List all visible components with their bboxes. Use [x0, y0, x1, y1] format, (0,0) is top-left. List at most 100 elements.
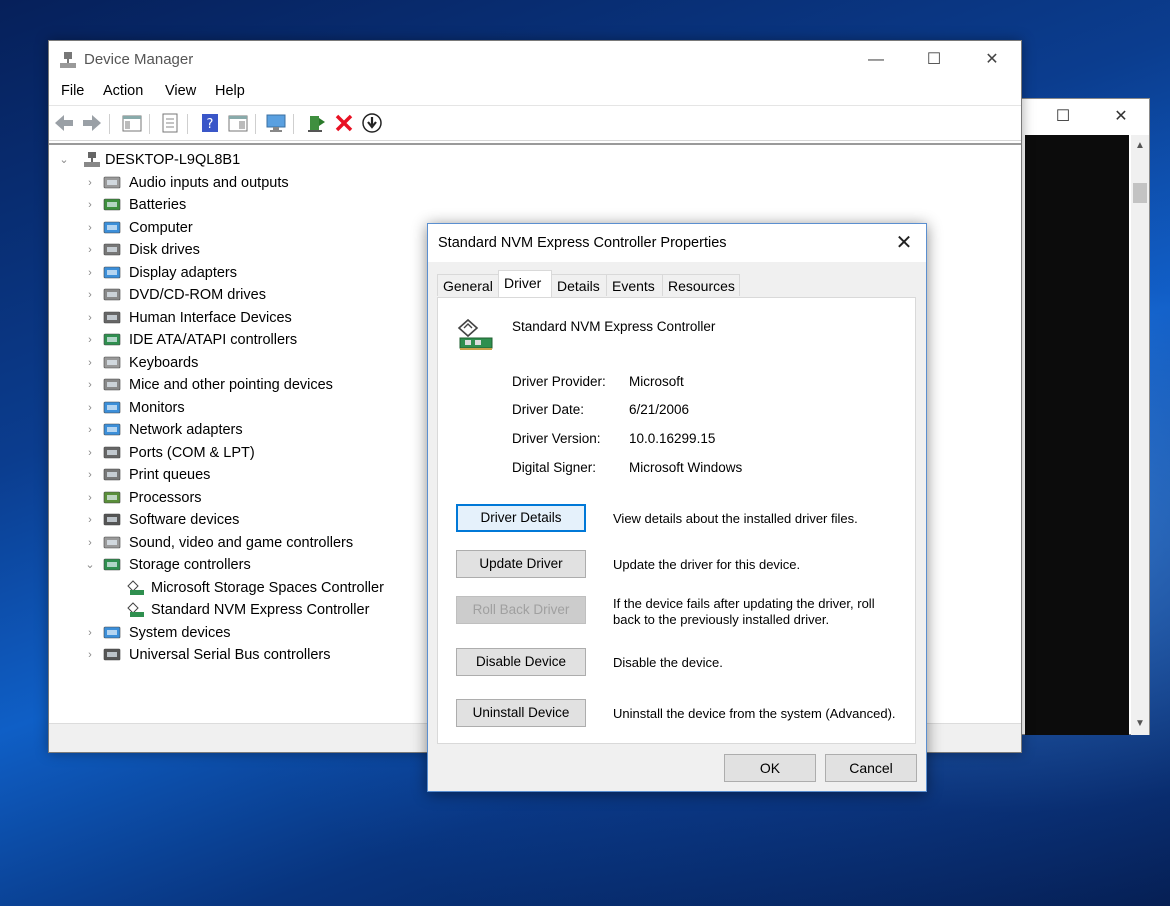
help-icon[interactable]: ?	[199, 112, 221, 134]
tree-category-label: Processors	[129, 489, 202, 506]
background-window[interactable]: ☐ ✕ ▲ ▼	[1010, 98, 1150, 735]
minimize-icon[interactable]: —	[853, 45, 899, 75]
chevron-down-icon[interactable]: ⌄	[57, 149, 71, 171]
uninstall-device-button[interactable]: Uninstall Device	[456, 699, 586, 727]
close-icon[interactable]: ✕	[1109, 105, 1133, 129]
tree-category-item[interactable]: › Human Interface Devices	[83, 307, 413, 329]
disable-device-button[interactable]: Disable Device	[456, 648, 586, 676]
tab-details[interactable]: Details	[551, 274, 607, 296]
chevron-right-icon[interactable]: ›	[83, 442, 97, 464]
background-window-titlebar[interactable]: ☐ ✕	[1011, 99, 1149, 135]
maximize-icon[interactable]: ☐	[1051, 105, 1075, 129]
chevron-down-icon[interactable]: ⌄	[83, 554, 97, 576]
maximize-icon[interactable]: ☐	[911, 45, 957, 75]
chevron-right-icon[interactable]: ›	[83, 509, 97, 531]
tree-category-item[interactable]: › Audio inputs and outputs	[83, 172, 413, 194]
chevron-right-icon[interactable]: ›	[83, 644, 97, 666]
tree-category-item[interactable]: › IDE ATA/ATAPI controllers	[83, 329, 413, 351]
chevron-right-icon[interactable]: ›	[83, 329, 97, 351]
scroll-up-icon[interactable]: ▲	[1131, 137, 1149, 155]
tree-category-item[interactable]: › Keyboards	[83, 352, 413, 374]
tree-category-label: Batteries	[129, 197, 187, 213]
tree-category-item[interactable]: › Sound, video and game controllers	[83, 532, 413, 554]
tree-category-item[interactable]: › Computer	[83, 217, 413, 239]
uninstall-device-icon[interactable]	[333, 112, 355, 134]
chevron-right-icon[interactable]: ›	[83, 352, 97, 374]
tree-category-item[interactable]: › System devices	[83, 622, 413, 644]
tab-events[interactable]: Events	[606, 274, 663, 296]
tree-category-item[interactable]: ⌄ Storage controllers	[83, 554, 413, 576]
chevron-right-icon[interactable]: ›	[83, 532, 97, 554]
scrollbar[interactable]: ▲ ▼	[1131, 135, 1149, 735]
disable-device-icon[interactable]	[361, 112, 383, 134]
tree-category-item[interactable]: › Processors	[83, 487, 413, 509]
ok-button[interactable]: OK	[724, 754, 816, 782]
port-icon	[103, 446, 121, 458]
battery-icon	[103, 198, 121, 211]
menu-file[interactable]: File	[61, 83, 84, 99]
tree-category-item[interactable]: › Batteries	[83, 194, 413, 216]
update-driver-button[interactable]: Update Driver	[456, 550, 586, 578]
forward-arrow-icon[interactable]	[81, 112, 103, 134]
tree-category-item[interactable]: › Display adapters	[83, 262, 413, 284]
tree-category-label: Disk drives	[129, 242, 200, 258]
chevron-right-icon[interactable]: ›	[83, 464, 97, 486]
tree-root[interactable]: ⌄ DESKTOP-L9QL8B1	[57, 149, 357, 171]
tree-device-item[interactable]: Microsoft Storage Spaces Controller	[127, 577, 427, 599]
tab-resources[interactable]: Resources	[662, 274, 740, 296]
chevron-right-icon[interactable]: ›	[83, 487, 97, 509]
close-icon[interactable]: ✕	[969, 45, 1015, 75]
menu-action[interactable]: Action	[103, 83, 143, 99]
dvd-drive-icon	[103, 288, 121, 301]
chevron-right-icon[interactable]: ›	[83, 374, 97, 396]
chevron-right-icon[interactable]: ›	[83, 262, 97, 284]
tree-category-label: Software devices	[129, 512, 240, 528]
tree-category-item[interactable]: › Disk drives	[83, 239, 413, 261]
cancel-button[interactable]: Cancel	[825, 754, 917, 782]
monitor-icon	[103, 401, 121, 413]
chevron-right-icon[interactable]: ›	[83, 284, 97, 306]
menu-help[interactable]: Help	[215, 83, 245, 99]
chevron-right-icon[interactable]: ›	[83, 239, 97, 261]
scan-hardware-icon[interactable]	[265, 112, 287, 134]
chevron-right-icon[interactable]: ›	[83, 397, 97, 419]
speaker-icon	[103, 176, 121, 188]
chevron-right-icon[interactable]: ›	[83, 307, 97, 329]
tree-category-item[interactable]: › Universal Serial Bus controllers	[83, 644, 413, 666]
toolbar-separator	[255, 114, 256, 134]
tab-general[interactable]: General	[437, 274, 499, 296]
software-device-icon	[103, 513, 121, 526]
tree-category-item[interactable]: › Mice and other pointing devices	[83, 374, 413, 396]
menu-view[interactable]: View	[165, 83, 196, 99]
dialog-titlebar[interactable]: Standard NVM Express Controller Properti…	[428, 224, 926, 262]
chevron-right-icon[interactable]: ›	[83, 194, 97, 216]
properties-icon[interactable]	[159, 112, 181, 134]
tree-category-item[interactable]: › Print queues	[83, 464, 413, 486]
display-adapter-icon	[103, 266, 121, 278]
tree-category-item[interactable]: › Ports (COM & LPT)	[83, 442, 413, 464]
device-manager-titlebar[interactable]: Device Manager — ☐ ✕	[49, 41, 1021, 79]
chevron-right-icon[interactable]: ›	[83, 172, 97, 194]
back-arrow-icon[interactable]	[53, 112, 75, 134]
chevron-right-icon[interactable]: ›	[83, 419, 97, 441]
storage-controller-icon	[457, 318, 493, 350]
chevron-right-icon[interactable]: ›	[83, 217, 97, 239]
scroll-down-icon[interactable]: ▼	[1131, 715, 1149, 733]
tab-driver[interactable]: Driver	[498, 270, 552, 297]
tree-device-item[interactable]: Standard NVM Express Controller	[127, 599, 427, 621]
chevron-right-icon[interactable]: ›	[83, 622, 97, 644]
update-driver-icon[interactable]	[305, 112, 327, 134]
tree-category-item[interactable]: › Software devices	[83, 509, 413, 531]
tree-category-item[interactable]: › DVD/CD-ROM drives	[83, 284, 413, 306]
show-hide-console-tree-icon[interactable]	[121, 112, 143, 134]
scroll-thumb[interactable]	[1133, 183, 1147, 203]
computer-icon	[103, 221, 121, 233]
close-icon[interactable]: ✕	[890, 230, 918, 256]
tree-category-item[interactable]: › Network adapters	[83, 419, 413, 441]
driver-details-button[interactable]: Driver Details	[456, 504, 586, 532]
tree-category-item[interactable]: › Monitors	[83, 397, 413, 419]
tree-category-label: Sound, video and game controllers	[129, 534, 354, 551]
hid-icon	[103, 311, 121, 323]
action-pane-icon[interactable]	[227, 112, 249, 134]
roll-back-driver-button[interactable]: Roll Back Driver	[456, 596, 586, 624]
